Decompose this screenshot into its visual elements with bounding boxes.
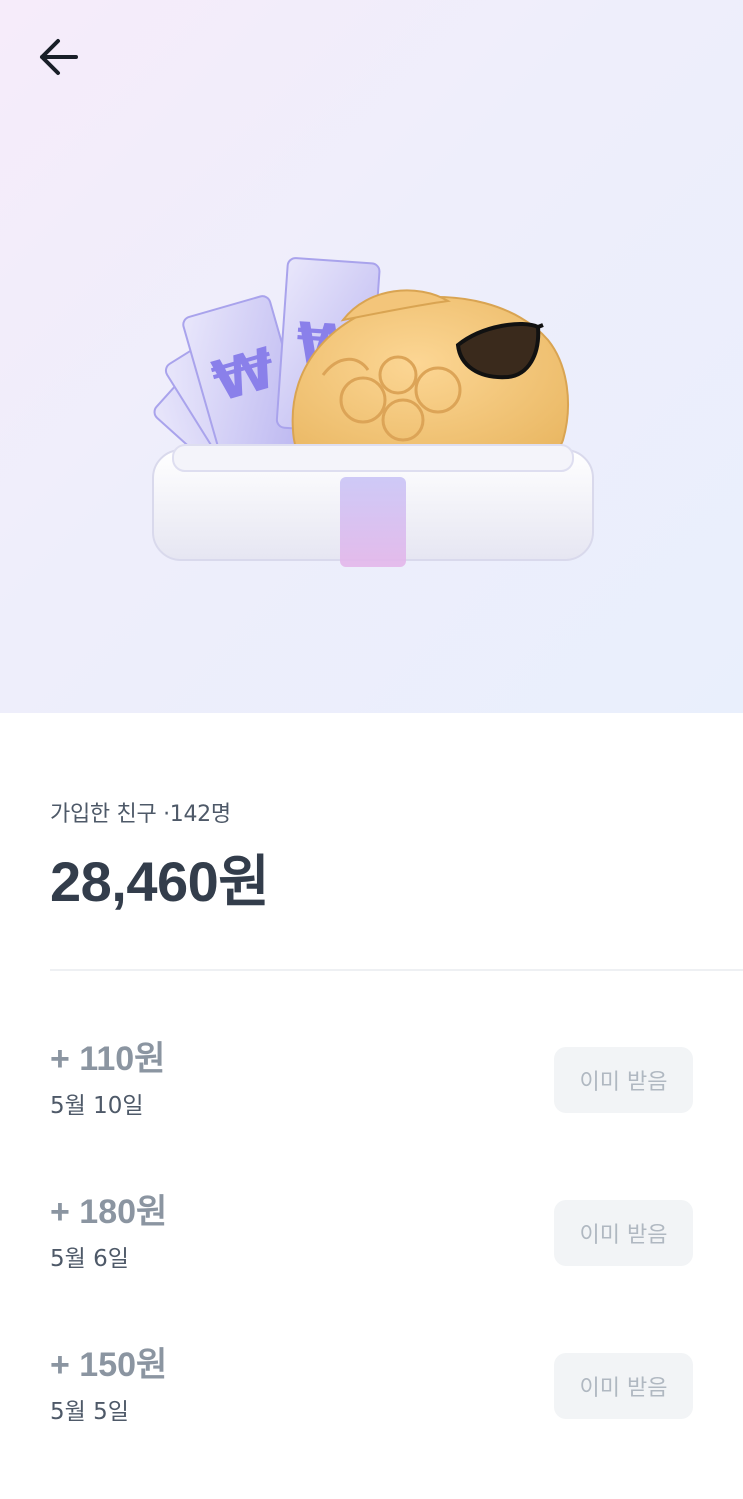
already-received-button[interactable]: 이미 받음	[554, 1353, 693, 1419]
reward-illustration: ₩ ₩	[152, 257, 594, 567]
joined-friends-label: 가입한 친구 ·142명	[50, 802, 231, 827]
hero-banner: ₩ ₩	[0, 0, 743, 713]
reward-amount: + 110원	[50, 1040, 166, 1078]
reward-date: 5월 5일	[50, 1399, 129, 1425]
reward-date: 5월 6일	[50, 1246, 129, 1272]
already-received-button[interactable]: 이미 받음	[554, 1200, 693, 1266]
reward-row: + 180원 5월 6일 이미 받음	[0, 1180, 743, 1333]
total-reward-amount: 28,460원	[50, 850, 270, 913]
back-button[interactable]	[30, 32, 86, 82]
friends-summary: 가입한 친구 ·142명 28,460원	[50, 800, 700, 914]
already-received-button[interactable]: 이미 받음	[554, 1047, 693, 1113]
reward-row: + 110원 5월 10일 이미 받음	[0, 1027, 743, 1180]
arrow-left-icon	[40, 39, 78, 75]
reward-amount: + 180원	[50, 1193, 168, 1231]
reward-amount: + 150원	[50, 1346, 168, 1384]
reward-date: 5월 10일	[50, 1093, 144, 1119]
reward-row: + 150원 5월 5일 이미 받음	[0, 1333, 743, 1486]
gift-box	[152, 444, 594, 567]
reward-list: + 110원 5월 10일 이미 받음 + 180원 5월 6일 이미 받음 +…	[0, 1027, 743, 1486]
divider	[50, 969, 743, 971]
